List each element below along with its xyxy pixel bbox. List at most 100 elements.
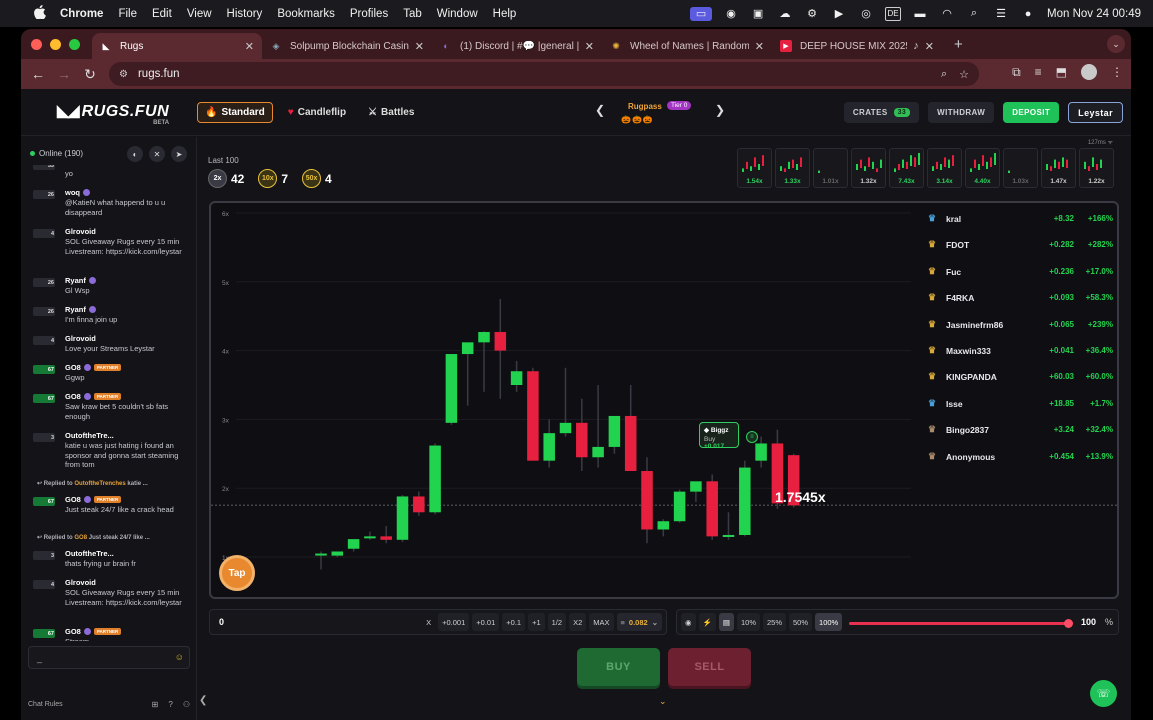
chat-username-text[interactable]: Glrovoid [65,578,96,587]
sell-button[interactable]: SELL [668,648,751,686]
chat-username-text[interactable]: Glrovoid [65,227,96,236]
wifi-icon[interactable]: ◠ [939,7,955,21]
chat-messages[interactable]: 33 yo 26 woq @KatieN what happend to u u dis… [21,165,197,641]
chat-username[interactable]: OutoftheTre... [65,549,114,558]
gear-icon[interactable]: ⚙ [804,7,820,21]
leaderboard-row[interactable]: ♛ Maxwin333 +0.041 +36.4% [928,345,1113,359]
back-icon[interactable]: ← [25,66,51,82]
chat-username[interactable]: Ryanf [65,276,96,285]
menu-view[interactable]: View [187,8,212,20]
leaderboard-row[interactable]: ♛ Jasminefrm86 +0.065 +239% [928,319,1113,333]
deposit-button[interactable]: DEPOSIT [1003,102,1060,123]
tab-search-icon[interactable]: ⌄ [1107,35,1125,53]
chat-username-text[interactable]: OutoftheTre... [65,431,114,440]
site-logo[interactable]: ◣◢ RUGS.FUN BETA [57,101,169,126]
leaderboard-row[interactable]: ♛ Anonymous +0.454 +13.9% [928,451,1113,465]
bookmark-star-icon[interactable]: ☆ [959,68,969,81]
recent-game-thumb[interactable]: 1.01x [813,148,848,188]
clear-amount-button[interactable]: X [422,613,435,631]
control-center-icon[interactable]: ☰ [993,7,1009,21]
recent-game-thumb[interactable]: 1.22x [1079,148,1114,188]
chat-username[interactable]: GO8 PARTNER [65,495,122,504]
pct-10-button[interactable]: 10% [736,613,760,631]
recent-game-thumb[interactable]: 4.40x [965,148,1000,188]
lightning-icon[interactable]: ⚡ [698,613,716,631]
bet-amount-input[interactable]: 0 [219,617,224,627]
chat-username-text[interactable]: Ryanf [65,276,86,285]
new-tab-button[interactable]: + [954,36,963,53]
chat-username[interactable]: OutoftheTre... [65,431,114,440]
reply-to-user[interactable]: OutoftheTrenches [74,481,125,487]
chat-username[interactable]: GO8 PARTNER [65,363,122,372]
chat-username-text[interactable]: woq [65,188,80,197]
grid-icon[interactable]: ⊞ [152,700,159,709]
chat-input-value[interactable]: _ [37,653,42,663]
tab-solpump[interactable]: ◈ Solpump Blockchain Casino | ✕ [262,33,432,59]
battery-icon[interactable]: ▬ [912,7,928,21]
extensions-icon[interactable]: ⧉ [1012,65,1021,80]
recent-game-thumb[interactable]: 7.43x [889,148,924,188]
apple-icon[interactable] [34,5,48,22]
pct-25-button[interactable]: 25% [763,613,787,631]
chat-username-text[interactable]: OutoftheTre... [65,549,114,558]
zoom-icon[interactable]: ⌕ [941,68,947,81]
chat-username-text[interactable]: GO8 [65,627,81,636]
menu-help[interactable]: Help [493,8,517,20]
add-1-button[interactable]: +1 [528,613,545,631]
telegram-icon[interactable]: ➤ [171,146,187,162]
tap-button[interactable]: Tap [219,555,255,591]
leaderboard-row[interactable]: ♛ Fuc +0.236 +17.0% [928,266,1113,280]
tab-discord[interactable]: ◐ (1) Discord | #💬 |general | Le ✕ [432,33,602,59]
recent-game-thumb[interactable]: 3.14x [927,148,962,188]
media-controls-icon[interactable]: ≡ [1035,65,1042,79]
menu-edit[interactable]: Edit [152,8,172,20]
discord-icon[interactable]: ◐ [127,146,143,162]
user-profile-button[interactable]: Leystar [1068,102,1123,123]
menubar-clock[interactable]: Mon Nov 24 00:49 [1047,8,1141,20]
screen-share-icon[interactable]: ▭ [690,6,713,21]
leaderboard-row[interactable]: ♛ Bingo2837 +3.24 +32.4% [928,424,1113,438]
chat-username[interactable]: GO8 PARTNER [65,392,122,401]
withdraw-button[interactable]: WITHDRAW [928,102,995,123]
search-icon[interactable]: ⌕ [966,7,982,21]
close-tab-icon[interactable]: ✕ [415,40,424,53]
tab-wheel-of-names[interactable]: ✺ Wheel of Names | Random na ✕ [602,33,772,59]
coin-icon[interactable]: ◉ [681,613,696,631]
mute-tab-icon[interactable]: ♪ [913,40,919,52]
address-bar[interactable]: ⚙ rugs.fun ⌕ ☆ [109,62,979,86]
chat-username[interactable]: Ryanf [65,305,96,314]
menu-tab[interactable]: Tab [403,8,422,20]
menu-bookmarks[interactable]: Bookmarks [277,8,335,20]
pct-50-button[interactable]: 50% [789,613,813,631]
chat-input[interactable]: _ ☺ [28,646,190,669]
support-chat-icon[interactable]: ☏ [1090,680,1117,707]
zoom-window-button[interactable] [69,38,80,50]
emoji-icon[interactable]: ☺ [175,652,184,662]
downloads-icon[interactable]: ⬒ [1056,65,1067,79]
add-01-button[interactable]: +0.1 [502,613,526,631]
chat-username-text[interactable]: Ryanf [65,305,86,314]
rugpass-next-icon[interactable]: ❯ [715,103,725,117]
chat-username[interactable]: Glrovoid [65,578,96,587]
reply-to-user[interactable]: GO8 [74,535,87,541]
recent-game-thumb[interactable]: 1.54x [737,148,772,188]
tab-youtube[interactable]: ▶ DEEP HOUSE MIX 2025 - ♪ ✕ [772,33,942,59]
close-tab-icon[interactable]: ✕ [755,40,764,53]
mode-standard-button[interactable]: 🔥 Standard [197,102,273,123]
chat-username[interactable]: Glrovoid [65,227,96,236]
collapse-chat-icon[interactable]: ❮ [199,695,207,706]
chat-username-text[interactable]: GO8 [65,392,81,401]
add-0001-button[interactable]: +0.001 [438,613,470,631]
profile-avatar[interactable] [1081,64,1097,80]
close-tab-icon[interactable]: ✕ [925,40,934,53]
help-icon[interactable]: ? [168,700,172,709]
expand-chevron-icon[interactable]: ⌄ [659,696,667,707]
double-button[interactable]: X2 [569,613,587,631]
mode-candleflip-button[interactable]: ♥ Candleflip [281,102,353,123]
balance-selector[interactable]: ≡ 0.082 ⌄ [616,613,662,631]
forward-icon[interactable]: → [51,66,77,82]
recent-game-thumb[interactable]: 1.32x [851,148,886,188]
chat-rules-link[interactable]: Chat Rules [28,701,63,708]
menu-window[interactable]: Window [437,8,478,20]
slider-handle[interactable] [1064,619,1073,628]
